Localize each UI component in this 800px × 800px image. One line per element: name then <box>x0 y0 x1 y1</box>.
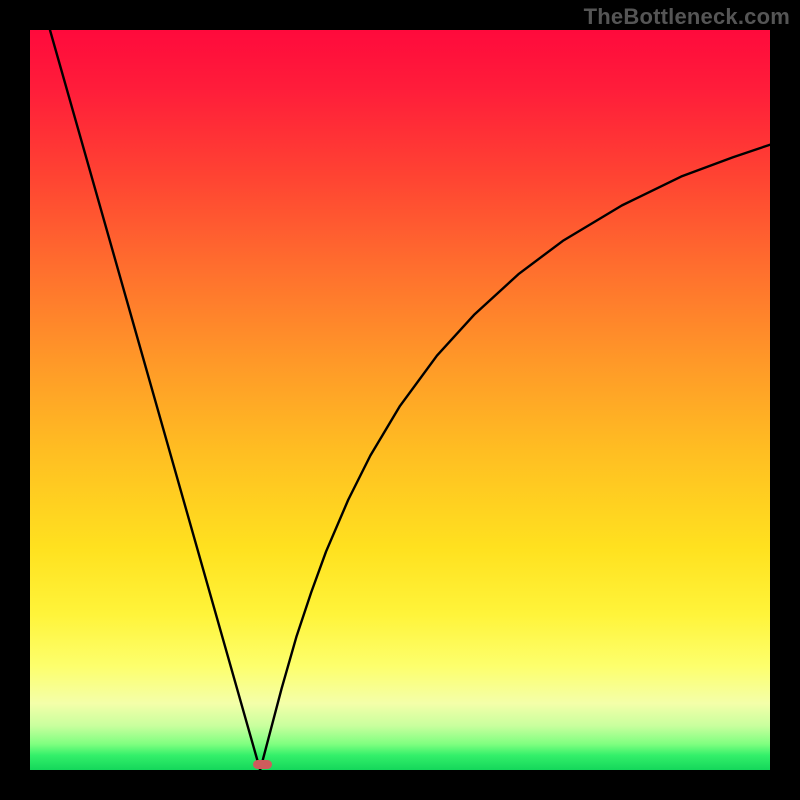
chart-frame: TheBottleneck.com <box>0 0 800 800</box>
bottleneck-curve <box>30 30 770 770</box>
watermark-text: TheBottleneck.com <box>584 4 790 30</box>
plot-area <box>30 30 770 770</box>
optimum-marker <box>253 760 272 769</box>
